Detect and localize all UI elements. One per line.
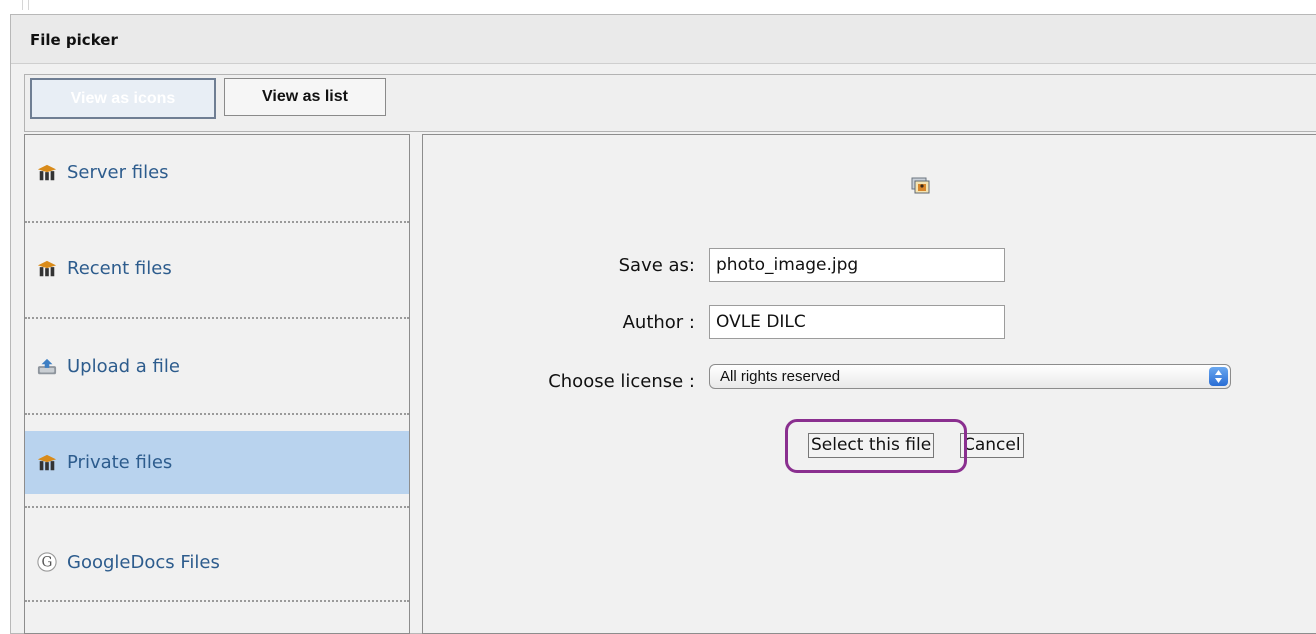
moodle-icon [37, 163, 57, 183]
file-details-panel: Save as: photo_image.jpg Author : OVLE D… [422, 134, 1316, 634]
dialog-title: File picker [30, 31, 118, 49]
sidebar-item-label: GoogleDocs Files [67, 552, 220, 573]
moodle-icon [37, 259, 57, 279]
sidebar-item-private-files[interactable]: Private files [25, 431, 409, 494]
license-label: Choose license : [548, 371, 695, 392]
select-arrows-icon [1209, 367, 1228, 386]
divider [22, 0, 23, 10]
sidebar-item-googledocs-files[interactable]: G GoogleDocs Files [25, 508, 409, 602]
sidebar-item-upload-a-file[interactable]: Upload a file [25, 319, 409, 415]
save-as-field[interactable]: photo_image.jpg [709, 248, 1005, 282]
repository-sidebar: Server files Recent files Upload a file [24, 134, 410, 634]
view-toolbar: View as icons View as list [24, 74, 1316, 132]
upload-icon [37, 357, 57, 377]
sidebar-item-label: Private files [67, 452, 173, 473]
moodle-icon [37, 453, 57, 473]
google-icon: G [37, 552, 57, 572]
dialog-titlebar: File picker [11, 15, 1316, 64]
author-label: Author : [622, 312, 695, 333]
image-file-icon [911, 177, 931, 199]
view-as-icons-button[interactable]: View as icons [30, 78, 216, 119]
sidebar-item-label: Server files [67, 162, 169, 183]
license-select[interactable]: All rights reserved [709, 364, 1231, 389]
cancel-button[interactable]: Cancel [960, 433, 1024, 458]
sidebar-item-label: Upload a file [67, 356, 180, 377]
top-strip [0, 0, 1316, 14]
svg-text:G: G [42, 555, 53, 571]
divider [28, 0, 29, 10]
save-as-label: Save as: [618, 255, 695, 276]
view-as-list-button[interactable]: View as list [224, 78, 386, 116]
sidebar-item-recent-files[interactable]: Recent files [25, 223, 409, 319]
sidebar-item-label: Recent files [67, 258, 172, 279]
highlight-ring [785, 419, 967, 473]
author-field[interactable]: OVLE DILC [709, 305, 1005, 339]
divider [25, 494, 409, 508]
sidebar-item-server-files[interactable]: Server files [25, 135, 409, 223]
license-selected-value: All rights reserved [720, 368, 841, 385]
